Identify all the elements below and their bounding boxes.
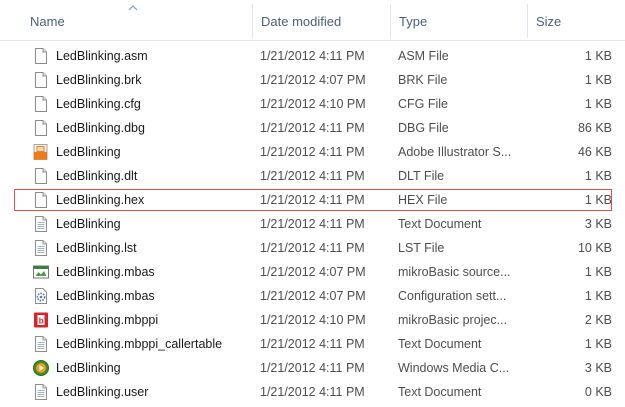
configuration-settings-icon bbox=[32, 287, 50, 305]
file-row[interactable]: LedBlinking.dbg 1/21/2012 4:11 PM DBG File… bbox=[0, 116, 625, 140]
file-size: 1 KB bbox=[584, 265, 612, 279]
file-type: CFG File bbox=[398, 97, 448, 111]
illustrator-file-icon bbox=[32, 143, 50, 161]
file-row[interactable]: LedBlinking.cfg 1/21/2012 4:10 PM CFG File… bbox=[0, 92, 625, 116]
file-date-modified: 1/21/2012 4:11 PM bbox=[260, 241, 365, 255]
file-size: 3 KB bbox=[584, 217, 612, 231]
file-row[interactable]: LedBlinking.mbppi_callertable 1/21/2012 4… bbox=[0, 332, 625, 356]
generic-file-icon bbox=[32, 119, 50, 137]
file-date-modified: 1/21/2012 4:11 PM bbox=[260, 217, 365, 231]
file-date-modified: 1/21/2012 4:11 PM bbox=[260, 385, 365, 399]
file-date-modified: 1/21/2012 4:10 PM bbox=[260, 97, 366, 111]
file-name: LedBlinking.mbppi bbox=[56, 313, 159, 327]
file-size: 0 KB bbox=[584, 385, 612, 399]
file-date-modified: 1/21/2012 4:11 PM bbox=[260, 193, 365, 207]
column-header-size[interactable]: Size bbox=[528, 0, 625, 40]
file-row[interactable]: LedBlinking.dlt 1/21/2012 4:11 PM DLT File… bbox=[0, 164, 625, 188]
file-row[interactable]: LedBlinking 1/21/2012 4:11 PM Adobe Illust… bbox=[0, 140, 625, 164]
file-name: LedBlinking.user bbox=[56, 385, 149, 399]
file-row[interactable]: LedBlinking.mbas 1/21/2012 4:07 PM Configu… bbox=[0, 284, 625, 308]
generic-file-icon bbox=[32, 71, 50, 89]
file-type: Configuration sett... bbox=[398, 289, 507, 303]
file-type: mikroBasic projec... bbox=[398, 313, 508, 327]
column-header-name[interactable]: Name bbox=[22, 0, 252, 40]
file-date-modified: 1/21/2012 4:10 PM bbox=[260, 313, 366, 327]
file-name: LedBlinking.mbas bbox=[56, 265, 155, 279]
mikrobasic-source-icon bbox=[32, 263, 50, 281]
file-size: 1 KB bbox=[584, 97, 612, 111]
file-size: 46 KB bbox=[577, 145, 612, 159]
file-type: mikroBasic source... bbox=[398, 265, 511, 279]
column-header-type[interactable]: Type bbox=[391, 0, 528, 40]
column-header-bar: Name Date modified Type Size bbox=[0, 0, 625, 41]
file-size: 86 KB bbox=[577, 121, 612, 135]
file-date-modified: 1/21/2012 4:11 PM bbox=[260, 49, 365, 63]
file-type: DLT File bbox=[398, 169, 445, 183]
file-size: 1 KB bbox=[584, 337, 612, 351]
file-date-modified: 1/21/2012 4:11 PM bbox=[260, 121, 365, 135]
file-name: LedBlinking.asm bbox=[56, 49, 148, 63]
file-size: 10 KB bbox=[577, 241, 612, 255]
file-size: 3 KB bbox=[584, 361, 612, 375]
file-date-modified: 1/21/2012 4:11 PM bbox=[260, 361, 365, 375]
file-type: Text Document bbox=[398, 217, 482, 231]
svg-text:b: b bbox=[39, 317, 44, 326]
file-name: LedBlinking.mbas bbox=[56, 289, 155, 303]
text-document-icon bbox=[32, 215, 50, 233]
file-type: LST File bbox=[398, 241, 445, 255]
file-row[interactable]: LedBlinking.user 1/21/2012 4:11 PM Text Do… bbox=[0, 380, 625, 404]
file-type: ASM File bbox=[398, 49, 449, 63]
file-name: LedBlinking.lst bbox=[56, 241, 137, 255]
file-name: LedBlinking bbox=[56, 361, 121, 375]
file-name: LedBlinking.hex bbox=[56, 193, 145, 207]
file-date-modified: 1/21/2012 4:07 PM bbox=[260, 73, 366, 87]
file-date-modified: 1/21/2012 4:11 PM bbox=[260, 169, 365, 183]
file-row[interactable]: LedBlinking.asm 1/21/2012 4:11 PM ASM File… bbox=[0, 44, 625, 68]
file-row[interactable]: LedBlinking.brk 1/21/2012 4:07 PM BRK File… bbox=[0, 68, 625, 92]
file-size: 1 KB bbox=[584, 49, 612, 63]
file-size: 1 KB bbox=[584, 193, 612, 207]
generic-file-icon bbox=[32, 47, 50, 65]
file-name: LedBlinking bbox=[56, 217, 121, 231]
generic-file-icon bbox=[32, 191, 50, 209]
file-size: 2 KB bbox=[584, 313, 612, 327]
mikrobasic-project-icon: b bbox=[32, 311, 50, 329]
file-name: LedBlinking bbox=[56, 145, 121, 159]
file-row[interactable]: LedBlinking.hex 1/21/2012 4:11 PM HEX File… bbox=[0, 188, 625, 212]
file-type: Text Document bbox=[398, 337, 482, 351]
generic-file-icon bbox=[32, 167, 50, 185]
text-document-icon bbox=[32, 383, 50, 401]
generic-file-icon bbox=[32, 95, 50, 113]
file-row[interactable]: LedBlinking.lst 1/21/2012 4:11 PM LST File… bbox=[0, 236, 625, 260]
file-date-modified: 1/21/2012 4:07 PM bbox=[260, 289, 366, 303]
file-row[interactable]: b LedBlinking.mbppi 1/21/2012 4:10 PM mikro… bbox=[0, 308, 625, 332]
file-explorer-list: Name Date modified Type Size LedBlinking… bbox=[0, 0, 625, 407]
file-type: Windows Media C... bbox=[398, 361, 510, 375]
text-document-icon bbox=[32, 335, 50, 353]
windows-media-icon bbox=[32, 359, 50, 377]
column-header-date-modified[interactable]: Date modified bbox=[253, 0, 391, 40]
file-date-modified: 1/21/2012 4:11 PM bbox=[260, 337, 365, 351]
file-type: BRK File bbox=[398, 73, 448, 87]
file-size: 1 KB bbox=[584, 169, 612, 183]
text-document-icon bbox=[32, 239, 50, 257]
file-row[interactable]: LedBlinking 1/21/2012 4:11 PM Windows Medi… bbox=[0, 356, 625, 380]
file-type: DBG File bbox=[398, 121, 449, 135]
file-type: HEX File bbox=[398, 193, 448, 207]
file-type: Text Document bbox=[398, 385, 482, 399]
file-row[interactable]: LedBlinking.mbas 1/21/2012 4:07 PM mikroBa… bbox=[0, 260, 625, 284]
file-name: LedBlinking.brk bbox=[56, 73, 142, 87]
file-name: LedBlinking.mbppi_callertable bbox=[56, 337, 223, 351]
file-name: LedBlinking.cfg bbox=[56, 97, 141, 111]
file-row[interactable]: LedBlinking 1/21/2012 4:11 PM Text Documen… bbox=[0, 212, 625, 236]
file-date-modified: 1/21/2012 4:11 PM bbox=[260, 145, 365, 159]
file-name: LedBlinking.dlt bbox=[56, 169, 138, 183]
file-type: Adobe Illustrator S... bbox=[398, 145, 512, 159]
file-size: 1 KB bbox=[584, 289, 612, 303]
file-date-modified: 1/21/2012 4:07 PM bbox=[260, 265, 366, 279]
file-name: LedBlinking.dbg bbox=[56, 121, 145, 135]
file-size: 1 KB bbox=[584, 73, 612, 87]
